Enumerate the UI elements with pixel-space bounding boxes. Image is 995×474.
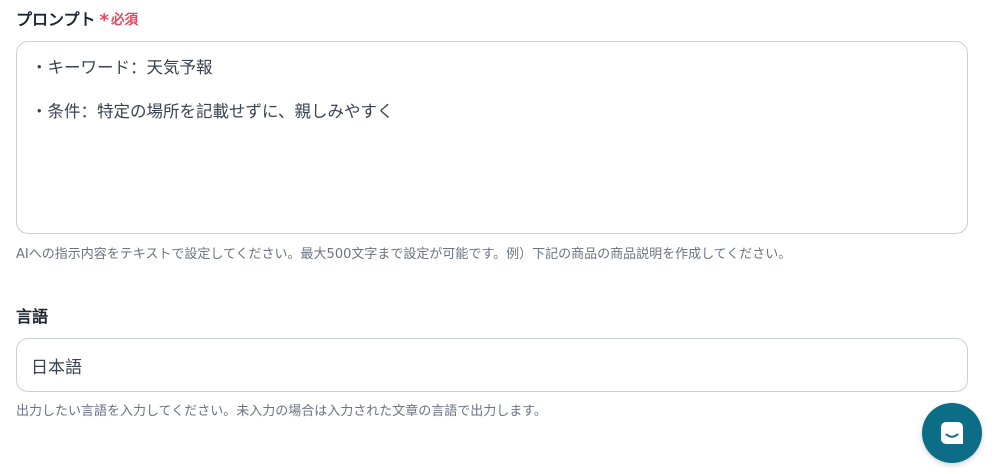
language-field-label: 言語 — [16, 303, 48, 327]
prompt-helper-text: AIへの指示内容をテキストで設定してください。最大500文字まで設定が可能です。… — [16, 247, 792, 262]
chat-launcher-button[interactable] — [922, 403, 982, 463]
prompt-line-keyword: ・キーワード：天気予報 — [31, 58, 213, 77]
language-input-value: 日本語 — [31, 357, 82, 378]
prompt-label-text: プロンプト — [16, 10, 96, 29]
prompt-textarea[interactable]: ・キーワード：天気予報 ・条件：特定の場所を記載せずに、親しみやすく — [16, 41, 968, 234]
prompt-field-label: プロンプト * 必須 — [16, 6, 138, 31]
required-asterisk: * — [99, 9, 109, 31]
form-page: プロンプト * 必須 ・キーワード：天気予報 ・条件：特定の場所を記載せずに、親… — [0, 0, 995, 474]
chat-icon — [938, 419, 966, 447]
required-badge: 必須 — [110, 12, 138, 28]
language-label-text: 言語 — [16, 307, 49, 326]
language-input[interactable]: 日本語 — [16, 338, 968, 392]
prompt-line-condition: ・条件：特定の場所を記載せずに、親しみやすく — [31, 102, 394, 121]
language-helper-text: 出力したい言語を入力してください。未入力の場合は入力された文章の言語で出力します… — [16, 404, 547, 419]
